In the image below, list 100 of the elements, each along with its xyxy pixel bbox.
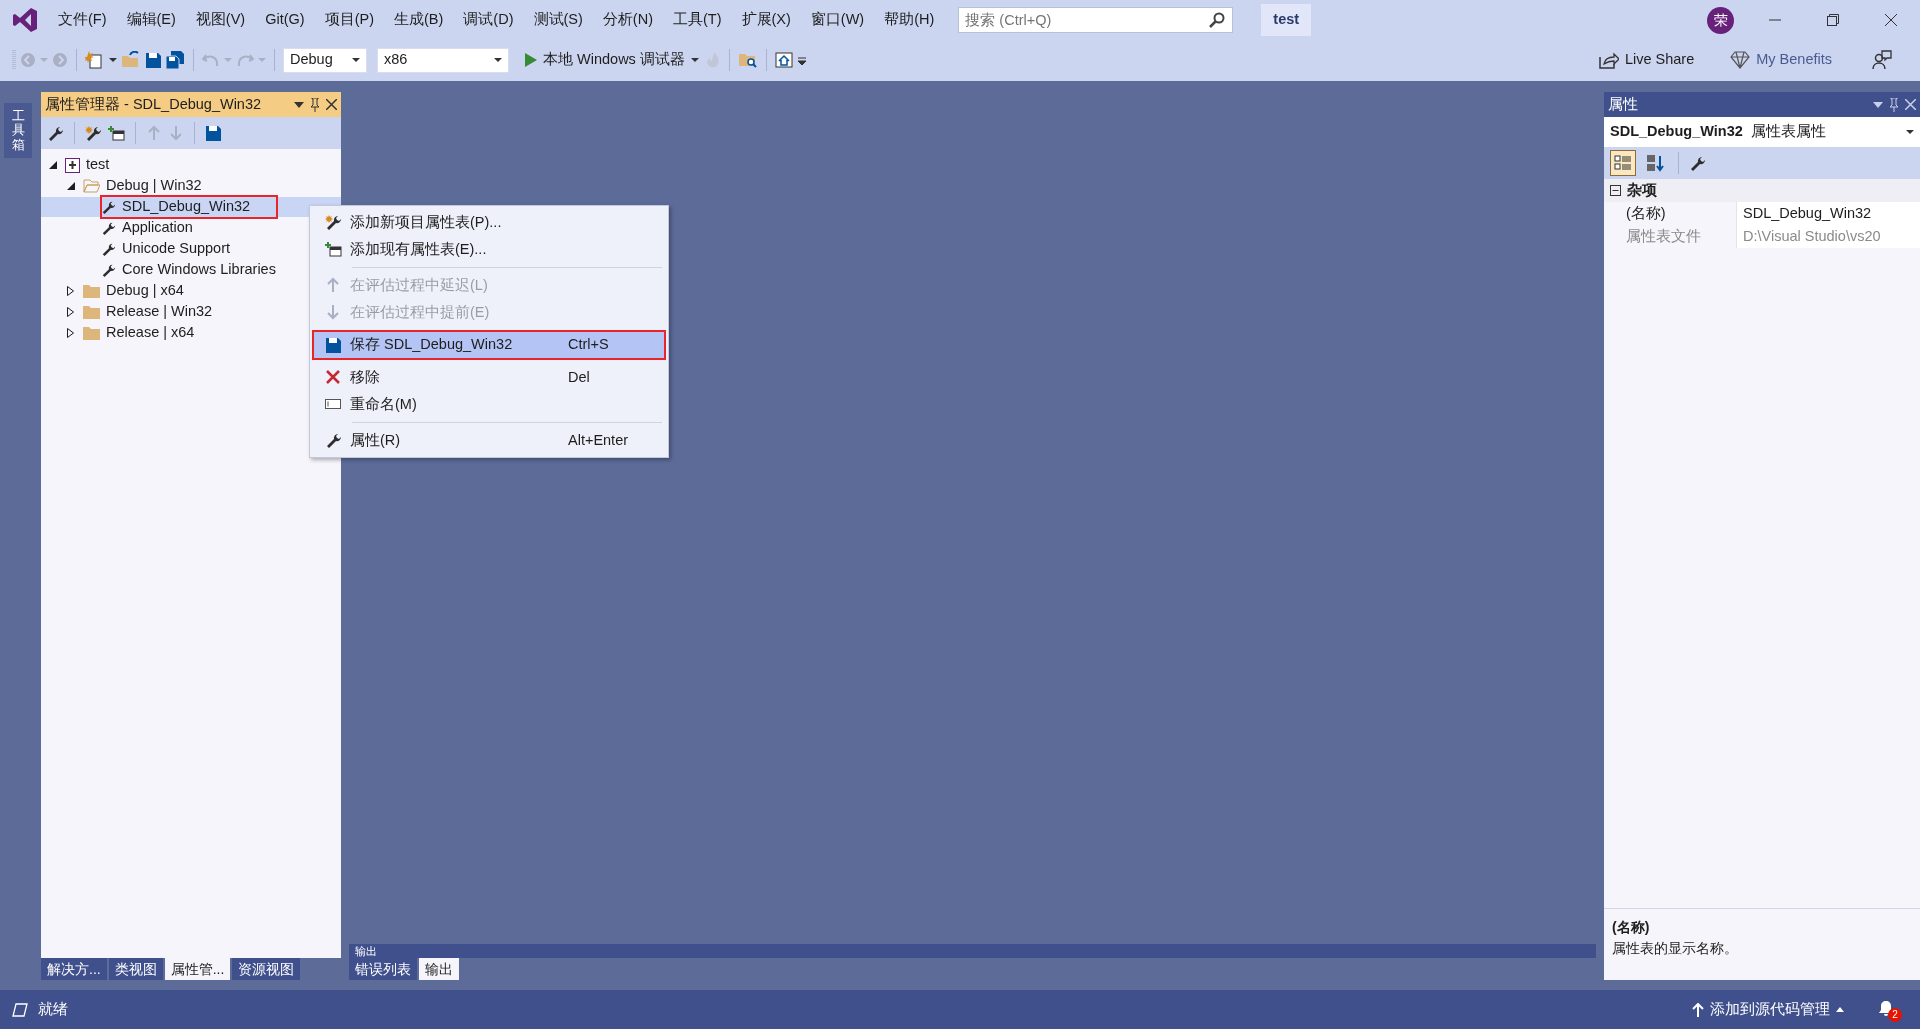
collapsed-arrow-icon[interactable] [67, 307, 74, 317]
menu-item[interactable]: 文件(F) [48, 5, 117, 35]
project-icon [65, 157, 80, 173]
menu-item[interactable]: 帮助(H) [874, 5, 945, 35]
menu-item[interactable]: 项目(P) [314, 5, 384, 35]
panel-title: 属性管理器 - SDL_Debug_Win32 [45, 94, 262, 114]
tree-item[interactable]: SDL_Debug_Win32 [100, 195, 279, 219]
tree-item[interactable]: Core Windows Libraries [122, 259, 276, 281]
folder-icon [83, 284, 100, 298]
close-icon[interactable] [326, 99, 337, 110]
dropdown-icon[interactable] [294, 101, 304, 108]
categorized-button[interactable] [1610, 150, 1636, 176]
save-all-icon[interactable] [166, 51, 185, 69]
folder-icon [83, 305, 100, 319]
object-selector[interactable]: SDL_Debug_Win32 属性表属性 [1604, 117, 1920, 147]
add-sheet-icon [324, 241, 342, 258]
output-panel-title: 输出 [349, 944, 1596, 958]
new-sheet-icon[interactable] [85, 124, 102, 142]
tree-item[interactable]: Release | Win32 [106, 301, 213, 323]
tree-item[interactable]: Debug | x64 [106, 280, 184, 302]
platform-dropdown[interactable]: x86 [377, 47, 509, 73]
panel-tab[interactable]: 属性管... [164, 958, 231, 980]
tree-item[interactable]: Debug | Win32 [106, 175, 202, 197]
menu-item[interactable]: 生成(B) [384, 5, 454, 35]
caret-icon [494, 58, 502, 62]
pin-icon[interactable] [310, 97, 320, 112]
save-icon[interactable] [205, 124, 222, 142]
panel-tab[interactable]: 类视图 [108, 958, 163, 980]
app-logo-icon [12, 7, 38, 33]
expanded-arrow-icon[interactable] [67, 182, 75, 190]
toolbox-tab[interactable]: 工具箱 [4, 103, 32, 158]
menu-item[interactable]: 分析(N) [592, 5, 663, 35]
open-folder-icon [83, 179, 100, 193]
caret-icon [1906, 130, 1914, 134]
folder-search-icon[interactable] [737, 51, 758, 69]
panel-tab[interactable]: 错误列表 [349, 958, 417, 980]
start-debugging-button[interactable]: 本地 Windows 调试器 [521, 47, 703, 73]
notifications-button[interactable]: 2 [1876, 997, 1902, 1022]
menu-item[interactable]: 窗口(W) [800, 5, 875, 35]
panel-tab[interactable]: 输出 [419, 958, 459, 980]
arrow-down-icon [324, 304, 342, 321]
property-value[interactable]: SDL_Debug_Win32 [1736, 202, 1920, 225]
category-label: 杂项 [1627, 180, 1657, 200]
live-share-button[interactable]: Live Share [1594, 47, 1699, 73]
wrench-icon [101, 199, 116, 215]
collapsed-arrow-icon[interactable] [67, 286, 74, 296]
my-benefits-button[interactable]: My Benefits [1726, 47, 1836, 73]
source-control-button[interactable]: 添加到源代码管理 [1688, 996, 1848, 1023]
feedback-icon[interactable] [1872, 50, 1892, 70]
tree-item[interactable]: test [86, 154, 110, 176]
wrench-icon[interactable] [47, 124, 64, 142]
play-icon [525, 53, 537, 67]
new-project-icon[interactable] [85, 51, 105, 69]
menu-item[interactable]: 添加现有属性表(E)... [312, 236, 666, 263]
wrench-icon[interactable] [1689, 154, 1706, 172]
solution-name: test [1261, 4, 1312, 36]
menu-item[interactable]: 保存 SDL_Debug_Win32 Ctrl+S [312, 330, 666, 360]
description-title: (名称) [1612, 918, 1651, 937]
menu-item[interactable]: 编辑(E) [116, 5, 186, 35]
menu-item[interactable]: 调试(D) [453, 5, 524, 35]
caret-icon [109, 58, 117, 62]
search-field[interactable]: 搜索 (Ctrl+Q) [958, 7, 1234, 33]
menu-item[interactable]: 属性(R) Alt+Enter [312, 427, 666, 454]
panel-tab[interactable]: 解决方... [41, 958, 107, 980]
menu-item[interactable]: 扩展(X) [731, 5, 801, 35]
configuration-dropdown[interactable]: Debug [283, 47, 367, 73]
add-sheet-icon[interactable] [108, 124, 125, 142]
menu-item[interactable]: 添加新项目属性表(P)... [312, 209, 666, 236]
expanded-arrow-icon[interactable] [49, 161, 57, 169]
menu-item[interactable]: Git(G) [255, 5, 315, 35]
panel-tab[interactable]: 资源视图 [232, 958, 301, 980]
folder-icon [83, 326, 100, 340]
menu-item[interactable]: 工具(T) [663, 5, 732, 35]
diamond-icon [1730, 51, 1751, 69]
open-folder-icon[interactable] [121, 51, 141, 69]
restore-icon [1827, 14, 1839, 26]
share-icon [1598, 51, 1619, 69]
caret-icon [690, 58, 699, 62]
wrench-icon [101, 262, 116, 278]
save-icon [324, 336, 342, 354]
dropdown-icon[interactable] [1873, 101, 1883, 108]
tree-item[interactable]: Unicode Support [122, 238, 230, 260]
menu-item[interactable]: 移除 Del [312, 364, 666, 391]
collapsed-arrow-icon[interactable] [67, 328, 74, 338]
menu-item[interactable]: 测试(S) [523, 5, 593, 35]
menu-item[interactable]: 视图(V) [185, 5, 256, 35]
collapse-icon[interactable] [1610, 185, 1621, 196]
overflow-icon[interactable] [796, 55, 807, 65]
user-avatar[interactable]: 荣 [1707, 6, 1734, 34]
categorized-icon [1614, 154, 1632, 172]
window-home-icon[interactable] [774, 52, 793, 68]
tree-item[interactable]: Application [122, 217, 193, 239]
tree-item[interactable]: Release | x64 [106, 322, 195, 344]
menu-item[interactable]: 重命名(M) [312, 391, 666, 418]
description-text: 属性表的显示名称。 [1612, 939, 1739, 958]
caret-icon [352, 58, 360, 62]
caret-icon [40, 58, 48, 62]
wrench-icon [101, 220, 116, 236]
alphabetical-icon [1646, 154, 1664, 172]
save-icon[interactable] [145, 51, 162, 69]
